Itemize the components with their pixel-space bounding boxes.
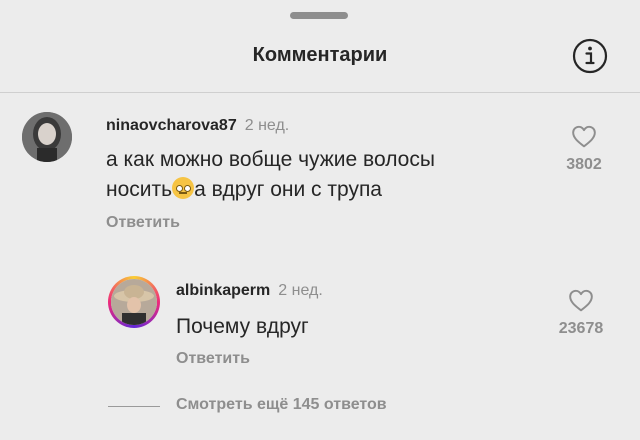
like-count: 3802 <box>566 156 602 173</box>
comment-text-part3: а вдруг они с трупа <box>194 178 382 201</box>
sheet-drag-handle[interactable] <box>290 12 348 19</box>
comment-meta: ninaovcharova87 2 нед. <box>106 117 289 135</box>
view-more-divider <box>108 406 160 407</box>
header-divider <box>0 92 640 93</box>
reply-reply-button[interactable]: Ответить <box>176 350 250 368</box>
comment-text-line2: носить а вдруг они с трупа <box>106 175 435 205</box>
comment-text-line1: а как можно вобще чужие волосы <box>106 148 435 171</box>
heart-icon <box>572 125 596 148</box>
heart-icon <box>569 289 593 312</box>
page-title: Комментарии <box>252 44 388 66</box>
like-group: 3802 <box>560 124 608 174</box>
reply-like-group: 23678 <box>548 288 614 338</box>
comment-text-part2: носить <box>106 178 173 201</box>
reply-text: Почему вдруг <box>176 315 309 338</box>
info-icon <box>572 38 608 74</box>
reply-button[interactable]: Ответить <box>106 214 180 232</box>
avatar[interactable] <box>22 112 72 162</box>
reply-meta: albinkaperm 2 нед. <box>176 282 323 300</box>
comment-time: 2 нед. <box>244 117 290 134</box>
view-more-replies-button[interactable]: Смотреть ещё 145 ответов <box>176 396 387 414</box>
comment-text: а как можно вобще чужие волосы носить а в… <box>106 145 435 205</box>
reply-like-count: 23678 <box>558 320 604 337</box>
comment-username[interactable]: ninaovcharova87 <box>106 117 237 134</box>
info-button[interactable] <box>572 38 608 74</box>
reply-username[interactable]: albinkaperm <box>176 282 270 299</box>
reply-like-button[interactable] <box>548 288 614 314</box>
rolling-eyes-emoji-icon <box>172 177 195 199</box>
like-button[interactable] <box>560 124 608 150</box>
reply-time: 2 нед. <box>278 282 323 299</box>
reply-avatar[interactable] <box>108 276 160 328</box>
